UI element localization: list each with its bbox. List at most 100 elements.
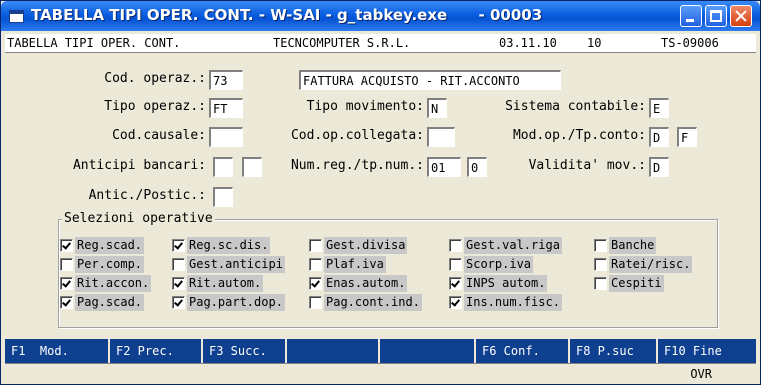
checkbox-box[interactable] [594,277,607,290]
checkmark-icon [174,278,183,288]
maximize-button[interactable] [705,5,727,27]
close-button[interactable] [730,5,752,27]
checkbox-box[interactable] [60,239,73,252]
close-icon [731,6,751,26]
fkey-empty-4 [380,339,476,363]
checkbox-box[interactable] [594,239,607,252]
checkbox-label: Ins.num.fisc. [464,294,562,311]
cod-op-collegata-field[interactable] [427,127,455,147]
application-window: TABELLA TIPI OPER. CONT. - W-SAI - g_tab… [0,0,761,385]
selezioni-operative-group [58,219,718,328]
checkbox-box[interactable] [449,277,462,290]
checkbox-box[interactable] [449,296,462,309]
checkbox-label: Gest.anticipi [187,256,285,273]
checkbox-label: Plaf.iva [324,256,386,273]
checkbox-label: Per.comp. [75,256,145,273]
checkbox-label: Enas.autom. [324,275,408,292]
minimize-icon [686,19,694,22]
sistema-contabile-label: Sistema contabile: [505,99,646,114]
validita-mov-label: Validita' mov.: [528,158,646,173]
checkbox-box[interactable] [594,258,607,271]
validita-mov-field[interactable]: D [649,157,669,177]
checkbox-label: Gest.val.riga [464,237,562,254]
mod-op-field[interactable]: D [649,127,669,147]
fkey-f10-fine[interactable]: F10 Fine [658,339,756,363]
cod-operaz-label: Cod. operaz.: [104,71,206,86]
checkbox-label: INPS autom. [464,275,548,292]
insert-mode-indicator: OVR [690,367,712,381]
anticipi-bancari-field-2[interactable] [242,157,262,177]
screen-header: TABELLA TIPI OPER. CONT. TECNCOMPUTER S.… [5,34,756,53]
fkey-f2-prec[interactable]: F2 Prec. [110,339,203,363]
checkmark-icon [62,297,71,307]
sistema-contabile-field[interactable]: E [649,98,669,118]
tipo-operaz-label: Tipo operaz.: [104,99,206,114]
checkbox-box[interactable] [309,258,322,271]
anticipi-bancari-field-1[interactable] [213,157,233,177]
company-name: TECNCOMPUTER S.R.L. [273,36,411,50]
checkbox-label: Pag.part.dop. [187,294,285,311]
fkey-f1-mod[interactable]: F1 Mod. [5,339,110,363]
checkmark-icon [451,278,460,288]
checkbox-label: Banche [609,237,657,254]
maximize-icon [710,10,722,22]
fkey-f8-p-suc[interactable]: F8 P.suc [570,339,658,363]
description-field[interactable]: FATTURA ACQUISTO - RIT.ACCONTO [299,70,561,90]
app-window-icon [9,10,24,23]
cod-op-collegata-label: Cod.op.collegata: [290,128,424,143]
checkbox-label: Rit.autom. [187,275,264,292]
status-bar: OVR [5,363,756,383]
checkbox-box[interactable] [309,239,322,252]
program-code: TS-09006 [661,36,719,50]
tipo-movimento-field[interactable]: N [427,98,447,118]
screen-name: TABELLA TIPI OPER. CONT. [7,36,181,50]
fkey-empty-3 [287,339,380,363]
checkbox-box[interactable] [309,296,322,309]
tp-conto-field[interactable]: F [677,127,697,147]
checkbox-label: Gest.divisa [324,237,408,254]
checkbox-label: Reg.sc.dis. [187,237,271,254]
anticipi-bancari-label: Anticipi bancari: [72,158,206,173]
fkey-f6-conf[interactable]: F6 Conf. [476,339,570,363]
checkmark-icon [62,278,71,288]
fkey-f3-succ[interactable]: F3 Succ. [203,339,287,363]
checkbox-label: Pag.scad. [75,294,145,311]
header-date: 03.11.10 [499,36,557,50]
checkbox-box[interactable] [449,258,462,271]
checkbox-box[interactable] [60,277,73,290]
cod-causale-field[interactable] [209,127,243,147]
checkbox-box[interactable] [309,277,322,290]
checkbox-label: Pag.cont.ind. [324,294,422,311]
title-bar[interactable]: TABELLA TIPI OPER. CONT. - W-SAI - g_tab… [1,1,760,31]
checkbox-box[interactable] [60,258,73,271]
checkbox-label: Rit.accon. [75,275,152,292]
checkbox-box[interactable] [60,296,73,309]
tp-num-field[interactable]: 0 [467,157,487,177]
num-reg-field[interactable]: 01 [427,157,461,177]
cod-causale-label: Cod.causale: [112,128,206,143]
checkmark-icon [174,297,183,307]
checkmark-icon [62,240,71,250]
checkbox-box[interactable] [449,239,462,252]
checkbox-box[interactable] [172,277,185,290]
checkmark-icon [311,278,320,288]
antic-postic-label: Antic./Postic.: [88,188,206,203]
tipo-movimento-label: Tipo movimento: [306,99,424,114]
header-code: 10 [587,36,602,50]
checkbox-label: Reg.scad. [75,237,145,254]
checkbox-box[interactable] [172,258,185,271]
checkbox-label: Ratei/risc. [609,256,693,273]
checkbox-box[interactable] [172,239,185,252]
antic-postic-field[interactable] [213,187,233,207]
num-reg-tp-num-label: Num.reg./tp.num.: [290,158,424,173]
cod-operaz-field[interactable]: 73 [209,70,243,90]
tipo-operaz-field[interactable]: FT [209,98,243,118]
function-key-bar: F1 Mod. F2 Prec. F3 Succ. F6 Conf. F8 P.suc F… [5,339,756,363]
checkbox-box[interactable] [172,296,185,309]
selezioni-operative-title: Selezioni operative [62,211,215,226]
minimize-button[interactable] [680,5,702,27]
checkbox-label: Cespiti [609,275,664,292]
window-title: TABELLA TIPI OPER. CONT. - W-SAI - g_tab… [31,6,543,24]
checkbox-label: Scorp.iva [464,256,534,273]
mod-op-tp-conto-label: Mod.op./Tp.conto: [512,128,646,143]
